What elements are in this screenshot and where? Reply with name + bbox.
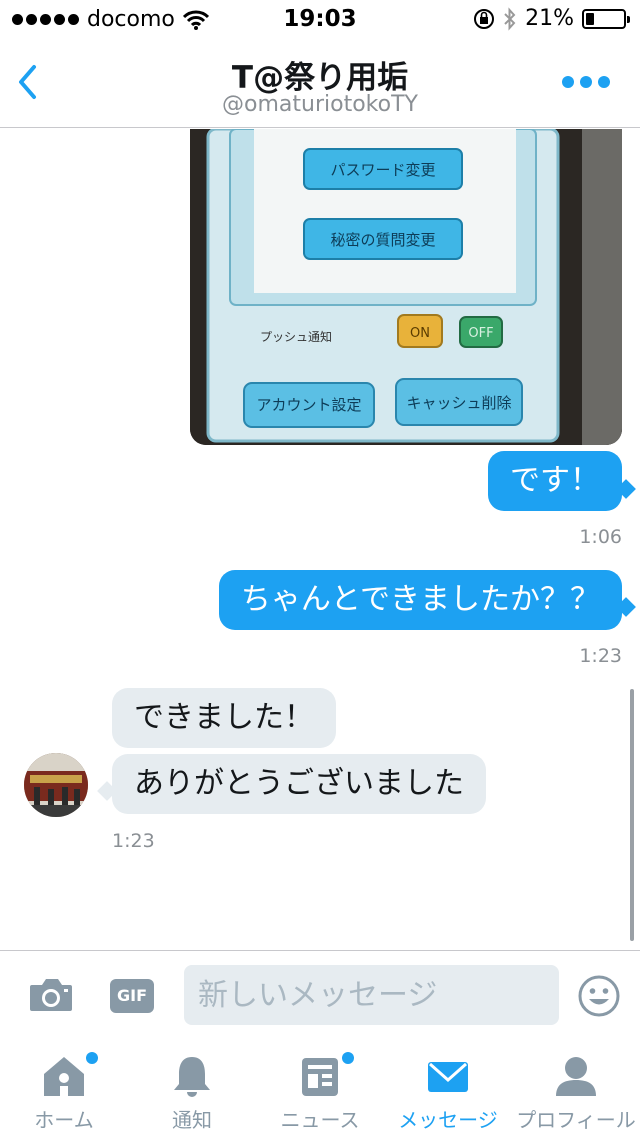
- rotation-lock-icon: [474, 8, 495, 29]
- tab-home[interactable]: ホーム: [0, 1040, 128, 1136]
- person-icon: [556, 1057, 596, 1096]
- battery-level: [586, 12, 594, 25]
- bell-icon: [174, 1057, 210, 1097]
- gif-button[interactable]: GIF: [110, 979, 154, 1013]
- tab-label: プロフィール: [516, 1108, 636, 1132]
- message-timestamp: 1:23: [579, 645, 622, 667]
- home-badge-dot: [86, 1052, 98, 1064]
- tab-label: 通知: [172, 1108, 212, 1132]
- message-timestamp: 1:23: [112, 830, 155, 852]
- camera-icon[interactable]: [28, 975, 74, 1015]
- home-icon: [44, 1057, 84, 1096]
- message-input[interactable]: [184, 965, 559, 1025]
- envelope-icon: [428, 1062, 468, 1092]
- news-badge-dot: [342, 1052, 354, 1064]
- tab-label: メッセージ: [398, 1108, 498, 1132]
- tab-label: ニュース: [280, 1108, 360, 1132]
- tab-label: ホーム: [34, 1108, 94, 1132]
- photo-account-button: アカウント設定: [256, 396, 361, 414]
- photo-settings-screen: パスワード変更 秘密の質問変更 プッシュ通知 ON OFF アカウント設定 キャ…: [190, 129, 622, 445]
- conversation-handle: @omaturiotokoTY: [222, 92, 418, 117]
- tab-notifications[interactable]: 通知: [128, 1040, 256, 1136]
- photo-off-button: OFF: [468, 326, 493, 341]
- bluetooth-icon: [504, 6, 516, 31]
- message-bubble-sent[interactable]: です！: [488, 451, 622, 511]
- tab-messages[interactable]: メッセージ: [384, 1040, 512, 1136]
- tab-news[interactable]: ニュース: [256, 1040, 384, 1136]
- photo-cache-button: キャッシュ削除: [406, 394, 511, 412]
- status-bar: docomo 19:03 21%: [0, 0, 640, 40]
- message-composer: GIF: [0, 950, 640, 1040]
- more-options-icon[interactable]: [562, 76, 610, 88]
- message-timestamp: 1:06: [579, 526, 622, 548]
- message-bubble-received[interactable]: できました！: [112, 688, 336, 748]
- message-photo[interactable]: パスワード変更 秘密の質問変更 プッシュ通知 ON OFF アカウント設定 キャ…: [190, 129, 622, 445]
- conversation-title: T@祭り用垢: [231, 60, 409, 96]
- scrollbar[interactable]: [630, 689, 634, 941]
- photo-push-label: プッシュ通知: [260, 330, 332, 344]
- conversation-area[interactable]: パスワード変更 秘密の質問変更 プッシュ通知 ON OFF アカウント設定 キャ…: [0, 129, 640, 949]
- avatar-photo: [24, 753, 88, 817]
- photo-secret-question-button: 秘密の質問変更: [330, 231, 435, 249]
- news-icon: [302, 1058, 338, 1096]
- avatar[interactable]: [24, 753, 88, 817]
- photo-on-button: ON: [410, 326, 430, 341]
- message-bubble-received[interactable]: ありがとうございました: [112, 754, 486, 814]
- smiley-icon[interactable]: [578, 975, 620, 1017]
- battery-percent: 21%: [525, 6, 574, 31]
- navigation-bar: T@祭り用垢 @omaturiotokoTY: [0, 40, 640, 128]
- message-bubble-sent[interactable]: ちゃんとできましたか？？: [218, 570, 622, 630]
- tab-profile[interactable]: プロフィール: [512, 1040, 640, 1136]
- battery-icon: [582, 8, 630, 29]
- tab-bar: ホーム 通知 ニュース メッセージ プロフィール: [0, 1040, 640, 1136]
- status-icons: 21%: [473, 6, 630, 31]
- photo-password-button: パスワード変更: [330, 161, 435, 179]
